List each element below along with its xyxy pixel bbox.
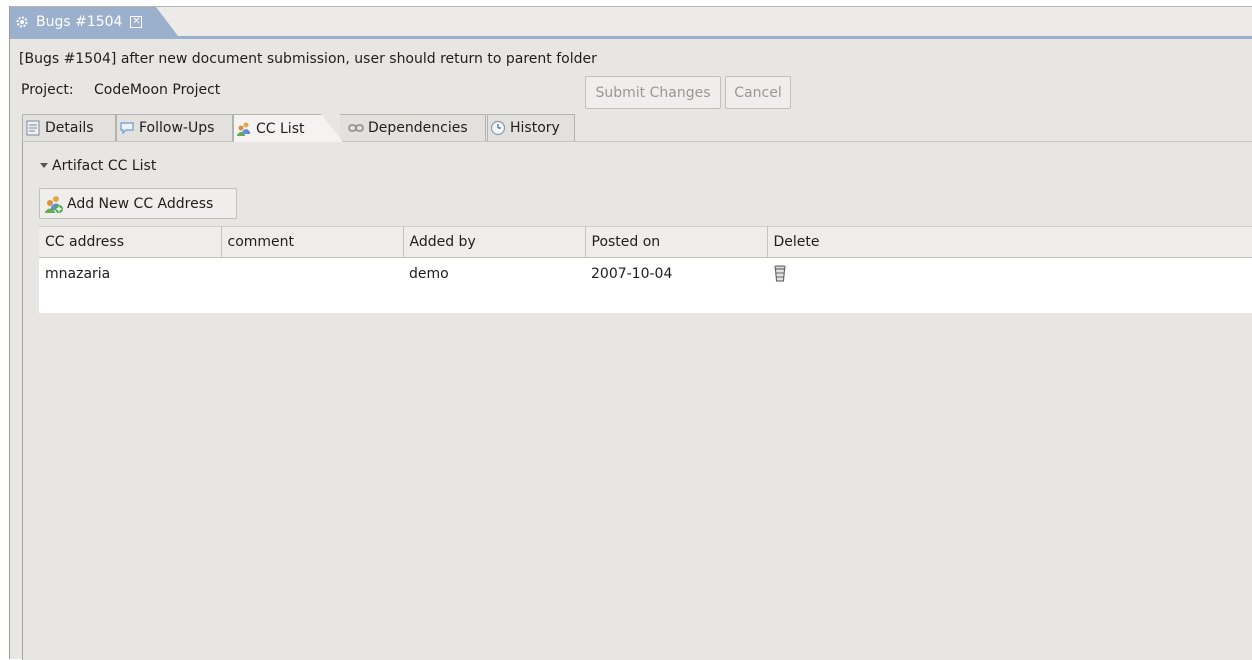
project-name: CodeMoon Project	[94, 82, 221, 98]
project-label: Project:	[21, 82, 74, 98]
collapse-triangle-icon[interactable]	[39, 161, 49, 171]
tab-history-label: History	[510, 120, 560, 136]
artifact-summary: [Bugs #1504] after new document submissi…	[19, 51, 597, 67]
section-title: Artifact CC List	[52, 158, 157, 174]
editor-tab-bugs-1504[interactable]: Bugs #1504 ✕	[10, 7, 178, 36]
document-icon	[25, 120, 41, 136]
artifact-tabbar: Details Follow-Ups CC List Dependencies …	[22, 114, 1252, 142]
cell-added-by: demo	[403, 257, 585, 289]
editor-tab-title: Bugs #1504	[36, 13, 123, 30]
link-icon	[348, 120, 364, 136]
column-header-delete[interactable]: Delete	[767, 226, 1252, 258]
cell-comment	[221, 257, 403, 289]
tab-cc-list-label: CC List	[256, 120, 305, 137]
add-new-cc-address-button[interactable]: Add New CC Address	[39, 188, 237, 219]
trash-icon[interactable]	[773, 265, 787, 283]
submit-changes-button[interactable]: Submit Changes	[585, 76, 721, 109]
cancel-button[interactable]: Cancel	[725, 76, 791, 109]
bug-editor-window: Bugs #1504 ✕ [Bugs #1504] after new docu…	[9, 6, 1252, 660]
cell-posted-on: 2007-10-04	[585, 257, 767, 289]
column-header-added-by[interactable]: Added by	[403, 226, 586, 258]
clock-icon	[490, 120, 506, 136]
column-header-posted-on[interactable]: Posted on	[585, 226, 768, 258]
users-icon	[236, 121, 252, 137]
cc-table: CC address comment Added by Posted on De…	[39, 226, 1252, 313]
tab-cc-list[interactable]: CC List	[233, 114, 343, 142]
gear-icon	[14, 14, 30, 30]
tab-follow-ups[interactable]: Follow-Ups	[116, 114, 233, 141]
cell-delete	[767, 257, 1252, 289]
editor-tabstrip: Bugs #1504 ✕	[10, 7, 1252, 39]
speech-bubble-icon	[119, 120, 135, 136]
column-header-comment[interactable]: comment	[221, 226, 404, 258]
tab-details[interactable]: Details	[22, 114, 116, 141]
add-new-cc-address-label: Add New CC Address	[67, 195, 214, 212]
table-header-row: CC address comment Added by Posted on De…	[39, 226, 1252, 258]
section-artifact-cc-list[interactable]: Artifact CC List	[39, 158, 156, 174]
tab-follow-ups-label: Follow-Ups	[139, 120, 215, 136]
add-user-icon	[44, 194, 64, 214]
column-header-cc-address[interactable]: CC address	[39, 226, 222, 258]
tab-dependencies-label: Dependencies	[368, 120, 468, 136]
table-empty-row	[39, 289, 1252, 313]
tab-details-label: Details	[45, 120, 94, 136]
tab-dependencies[interactable]: Dependencies	[340, 114, 486, 141]
tab-history[interactable]: History	[487, 114, 575, 141]
close-icon[interactable]: ✕	[130, 15, 143, 28]
table-row[interactable]: mnazaria demo 2007-10-04	[39, 257, 1252, 289]
cc-list-panel: Artifact CC List Add New CC Address CC a…	[22, 141, 1252, 660]
cell-cc-address: mnazaria	[39, 257, 221, 289]
